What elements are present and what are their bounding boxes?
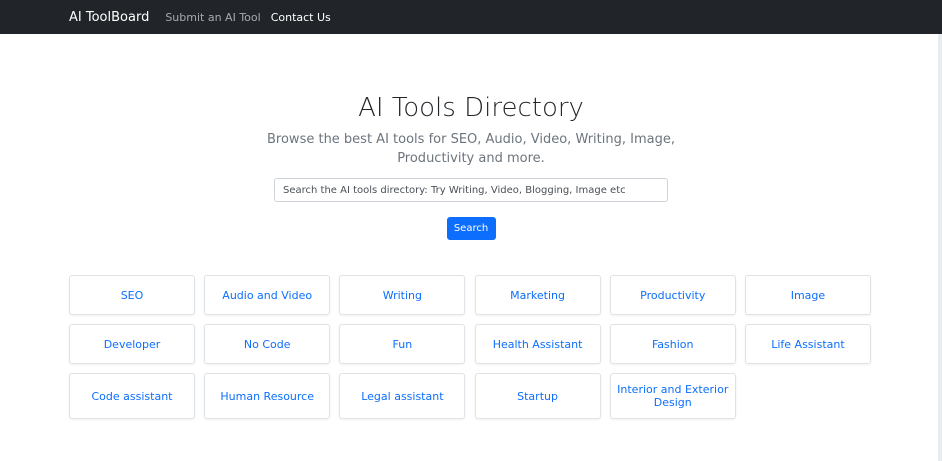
category-card-startup[interactable]: Startup — [474, 373, 601, 419]
category-card-image[interactable]: Image — [744, 275, 871, 315]
category-card-productivity[interactable]: Productivity — [609, 275, 736, 315]
hero-section: AI Tools Directory Browse the best AI to… — [0, 92, 942, 240]
page-title: AI Tools Directory — [358, 93, 584, 123]
category-card-seo[interactable]: SEO — [69, 275, 195, 315]
search-input[interactable] — [274, 178, 668, 202]
brand-logo-link[interactable]: AI ToolBoard — [69, 10, 149, 25]
category-card-legal-assistant[interactable]: Legal assistant — [339, 373, 466, 419]
category-grid: SEO Audio and Video Writing Marketing Pr… — [69, 275, 871, 419]
category-card-fashion[interactable]: Fashion — [609, 324, 736, 364]
category-card-writing[interactable]: Writing — [339, 275, 466, 315]
category-card-fun[interactable]: Fun — [339, 324, 466, 364]
category-card-life-assistant[interactable]: Life Assistant — [744, 324, 871, 364]
category-card-audio-and-video[interactable]: Audio and Video — [204, 275, 331, 315]
top-navbar: AI ToolBoard Submit an AI Tool Contact U… — [0, 0, 942, 34]
category-card-marketing[interactable]: Marketing — [474, 275, 601, 315]
category-card-health-assistant[interactable]: Health Assistant — [474, 324, 601, 364]
page-subtitle: Browse the best AI tools for SEO, Audio,… — [267, 132, 675, 166]
category-card-code-assistant[interactable]: Code assistant — [69, 373, 195, 419]
category-card-human-resource[interactable]: Human Resource — [204, 373, 331, 419]
scrollbar-track[interactable] — [938, 34, 942, 461]
category-card-no-code[interactable]: No Code — [204, 324, 331, 364]
category-card-developer[interactable]: Developer — [69, 324, 195, 364]
nav-link-contact-us[interactable]: Contact Us — [271, 11, 331, 24]
category-card-interior-exterior-design[interactable]: Interior and Exterior Design — [609, 373, 736, 419]
search-button[interactable]: Search — [446, 217, 496, 240]
nav-link-submit-tool[interactable]: Submit an AI Tool — [165, 11, 260, 24]
